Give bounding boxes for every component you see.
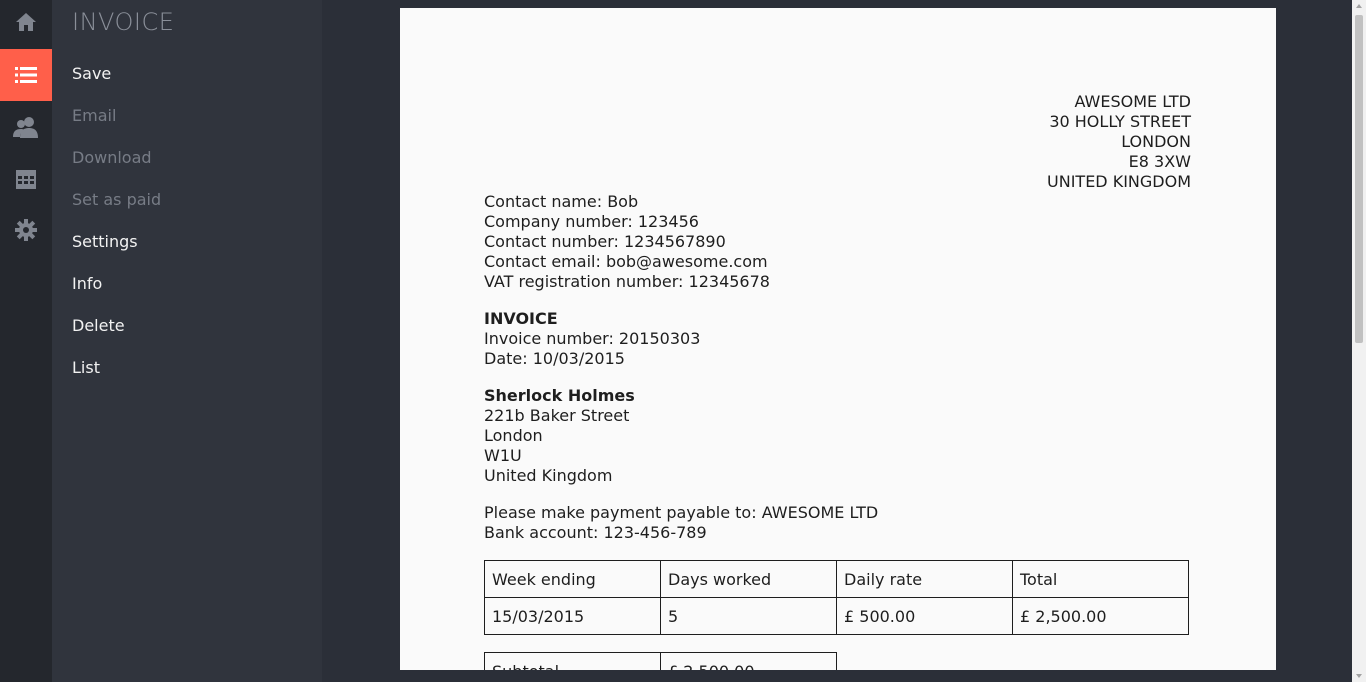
scroll-down-arrow-icon[interactable] — [1356, 674, 1362, 678]
download-menu-item[interactable]: Download — [72, 148, 152, 167]
contact-name: Contact name: Bob — [484, 192, 639, 211]
invoice-info: INVOICE Invoice number: 20150303 Date: 1… — [484, 309, 700, 369]
company-street: 30 HOLLY STREET — [1049, 112, 1191, 131]
table-cell: £ 2,500.00 — [1012, 597, 1189, 635]
table-header: Daily rate — [836, 560, 1013, 598]
users-icon — [13, 117, 38, 138]
subtotal-value: £ 2,500.00 — [660, 652, 837, 670]
main-area: AWESOME LTD 30 HOLLY STREET LONDON E8 3X… — [322, 0, 1352, 682]
company-postcode: E8 3XW — [1128, 152, 1191, 171]
table-cell: 5 — [660, 597, 837, 635]
table-cell: 15/03/2015 — [484, 597, 661, 635]
bank-account: Bank account: 123-456-789 — [484, 523, 707, 542]
invoice-menu: INVOICE Save Email Download Set as paid … — [52, 0, 322, 682]
invoice-number: Invoice number: 20150303 — [484, 329, 701, 348]
contact-details: Contact name: Bob Company number: 123456… — [484, 192, 770, 292]
calendar-icon — [16, 170, 36, 189]
home-icon — [16, 13, 36, 31]
list-menu-item[interactable]: List — [72, 358, 100, 377]
info-menu-item[interactable]: Info — [72, 274, 102, 293]
table-header: Week ending — [484, 560, 661, 598]
settings-menu-item[interactable]: Settings — [72, 232, 138, 251]
table-row: 15/03/2015 5 £ 500.00 £ 2,500.00 — [484, 597, 1189, 635]
client-country: United Kingdom — [484, 466, 613, 485]
totals-table: Subtotal £ 2,500.00 — [484, 652, 837, 670]
client-address: Sherlock Holmes 221b Baker Street London… — [484, 386, 635, 486]
save-menu-item[interactable]: Save — [72, 64, 111, 83]
invoice-items-table: Week ending Days worked Daily rate Total… — [484, 560, 1189, 635]
delete-menu-item[interactable]: Delete — [72, 316, 125, 335]
client-name: Sherlock Holmes — [484, 386, 635, 405]
home-nav-button[interactable] — [0, 0, 52, 48]
payment-payee: Please make payment payable to: AWESOME … — [484, 503, 879, 522]
subtotal-label: Subtotal — [484, 652, 661, 670]
vat-number: VAT registration number: 12345678 — [484, 272, 770, 291]
company-country: UNITED KINGDOM — [1047, 172, 1191, 191]
scroll-up-arrow-icon[interactable] — [1356, 4, 1362, 8]
list-icon — [15, 67, 37, 83]
page-scrollbar[interactable] — [1352, 0, 1366, 682]
email-menu-item[interactable]: Email — [72, 106, 116, 125]
subtotal-row: Subtotal £ 2,500.00 — [484, 652, 837, 670]
company-name: AWESOME LTD — [1074, 92, 1191, 111]
gear-icon — [15, 219, 37, 241]
company-number: Company number: 123456 — [484, 212, 699, 231]
table-header: Total — [1012, 560, 1189, 598]
table-header: Days worked — [660, 560, 837, 598]
invoice-date: Date: 10/03/2015 — [484, 349, 625, 368]
scroll-thumb[interactable] — [1355, 15, 1363, 343]
company-city: LONDON — [1121, 132, 1191, 151]
calendar-nav-button[interactable] — [0, 153, 52, 205]
table-header-row: Week ending Days worked Daily rate Total — [484, 560, 1189, 598]
contact-number: Contact number: 1234567890 — [484, 232, 726, 251]
table-cell: £ 500.00 — [836, 597, 1013, 635]
list-nav-button[interactable] — [0, 49, 52, 101]
client-city: London — [484, 426, 543, 445]
invoice-document: AWESOME LTD 30 HOLLY STREET LONDON E8 3X… — [400, 8, 1276, 670]
set-as-paid-menu-item[interactable]: Set as paid — [72, 190, 161, 209]
icon-rail — [0, 0, 52, 682]
client-postcode: W1U — [484, 446, 522, 465]
users-nav-button[interactable] — [0, 101, 52, 153]
invoice-heading: INVOICE — [484, 309, 558, 328]
client-street: 221b Baker Street — [484, 406, 630, 425]
settings-nav-button[interactable] — [0, 204, 52, 256]
menu-title: INVOICE — [72, 8, 175, 36]
contact-email: Contact email: bob@awesome.com — [484, 252, 768, 271]
company-address: AWESOME LTD 30 HOLLY STREET LONDON E8 3X… — [1000, 92, 1191, 192]
payment-info: Please make payment payable to: AWESOME … — [484, 503, 878, 543]
